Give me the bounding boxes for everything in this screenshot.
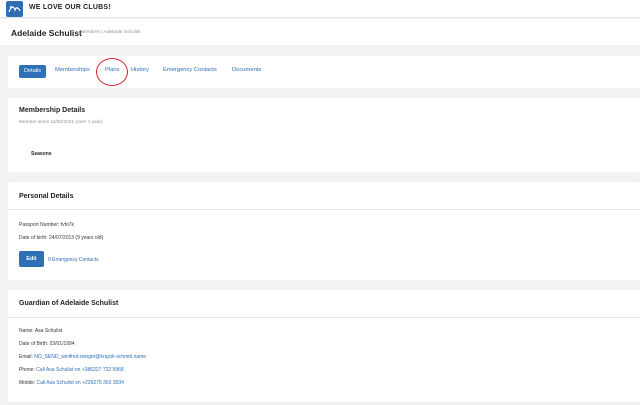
emergency-contacts-link[interactable]: 0 Emergency Contacts bbox=[48, 257, 99, 263]
edit-button[interactable]: Edit bbox=[19, 251, 44, 267]
passport-number: Passport Number: fvfo7k bbox=[19, 222, 75, 228]
guardian-email-label: Email: bbox=[19, 354, 33, 360]
tab-history[interactable]: History bbox=[131, 67, 149, 73]
personal-details-title: Personal Details bbox=[19, 193, 74, 200]
member-since-text: Member since 11/02/2021 (over 1 year) bbox=[19, 120, 103, 125]
tab-memberships[interactable]: Memberships bbox=[55, 67, 90, 73]
app-title: WE LOVE OUR CLUBS! bbox=[29, 4, 111, 11]
membership-details-card: Membership Details Member since 11/02/20… bbox=[8, 98, 640, 172]
divider bbox=[8, 317, 640, 318]
breadcrumb[interactable]: Members | Adelaide Schulist bbox=[80, 30, 140, 35]
guardian-email-link[interactable]: NO_SEND_winifred.reinger@krajcik-schmitt… bbox=[34, 354, 146, 360]
top-bar: WE LOVE OUR CLUBS! bbox=[0, 0, 640, 18]
guardian-name: Name: Asa Schulist bbox=[19, 328, 63, 334]
page-title: Adelaide Schulist bbox=[11, 28, 82, 38]
guardian-card: Guardian of Adelaide Schulist Name: Asa … bbox=[8, 290, 640, 402]
guardian-mobile-link[interactable]: Call Asa Schulist on +239275 363 3034 bbox=[37, 380, 124, 386]
membership-details-title: Membership Details bbox=[19, 107, 86, 114]
guardian-title: Guardian of Adelaide Schulist bbox=[19, 300, 119, 307]
club-logo-icon[interactable] bbox=[6, 1, 23, 17]
guardian-phone-link[interactable]: Call Asa Schulist on +386227 732 9968 bbox=[36, 367, 123, 373]
personal-details-card: Personal Details Passport Number: fvfo7k… bbox=[8, 182, 640, 280]
date-of-birth: Date of birth: 24/07/2013 (9 years old) bbox=[19, 235, 104, 241]
tab-emergency-contacts[interactable]: Emergency Contacts bbox=[163, 67, 217, 73]
guardian-phone-row: Phone: Call Asa Schulist on +386227 732 … bbox=[19, 367, 124, 373]
annotation-circle bbox=[96, 58, 128, 86]
tab-documents[interactable]: Documents bbox=[232, 67, 261, 73]
tab-details[interactable]: Details bbox=[19, 65, 47, 78]
divider bbox=[8, 209, 640, 210]
guardian-mobile-label: Mobile: bbox=[19, 380, 36, 386]
guardian-phone-label: Phone: bbox=[19, 367, 35, 373]
page-header: Adelaide Schulist Members | Adelaide Sch… bbox=[0, 19, 640, 45]
seasons-label: Seasons bbox=[31, 151, 52, 157]
guardian-email-row: Email: NO_SEND_winifred.reinger@krajcik-… bbox=[19, 354, 146, 360]
guardian-mobile-row: Mobile: Call Asa Schulist on +239275 363… bbox=[19, 380, 124, 386]
guardian-dob: Date of Birth: 03/01/1994 bbox=[19, 341, 75, 347]
